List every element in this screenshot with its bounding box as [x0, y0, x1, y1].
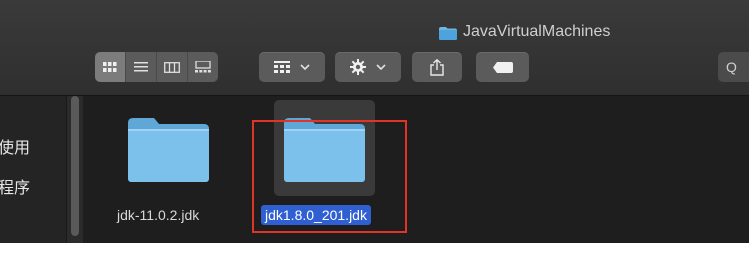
- folder-icon[interactable]: [126, 117, 210, 183]
- column-view-icon[interactable]: [157, 52, 188, 82]
- finder-window: JavaVirtualMachines Q 使用 程序 jdk-11.0.2.j…: [0, 0, 749, 243]
- share-icon: [430, 58, 444, 76]
- sidebar-item-applications-b[interactable]: 程序: [0, 174, 30, 198]
- list-view-icon[interactable]: [126, 52, 157, 82]
- icon-view-icon[interactable]: [95, 52, 126, 82]
- share-button[interactable]: [412, 52, 462, 82]
- annotation-highlight-box: [252, 120, 407, 233]
- scrollbar-thumb[interactable]: [71, 96, 79, 236]
- window-title: JavaVirtualMachines: [439, 22, 610, 42]
- gallery-view-icon[interactable]: [188, 52, 218, 82]
- tag-icon: [492, 61, 513, 73]
- search-icon: Q: [726, 59, 737, 75]
- sidebar: 使用 程序: [0, 96, 66, 243]
- action-button[interactable]: [335, 52, 401, 82]
- folder-icon: [439, 26, 457, 40]
- view-mode-segmented-control[interactable]: [95, 52, 218, 82]
- window-title-text: JavaVirtualMachines: [463, 23, 611, 40]
- search-field[interactable]: Q: [718, 52, 749, 82]
- group-by-button[interactable]: [259, 52, 325, 82]
- sidebar-item-applications-a[interactable]: 使用: [0, 134, 30, 158]
- sidebar-scrollbar[interactable]: [66, 96, 83, 243]
- gear-icon: [350, 59, 366, 75]
- chevron-down-icon: [300, 64, 310, 70]
- chevron-down-icon: [376, 64, 386, 70]
- file-name-label[interactable]: jdk-11.0.2.jdk: [117, 207, 199, 223]
- grid-group-icon: [274, 61, 290, 73]
- edit-tags-button[interactable]: [476, 52, 529, 82]
- titlebar: JavaVirtualMachines Q: [0, 0, 749, 96]
